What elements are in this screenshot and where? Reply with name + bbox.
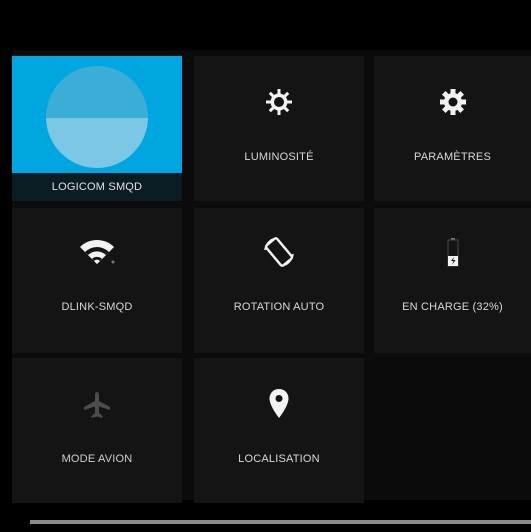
tile-brightness[interactable]: LUMINOSITÉ [194,56,364,201]
wifi-label: DLINK-SMQD [61,301,133,313]
tile-airplane[interactable]: MODE AVION [12,358,182,503]
battery-charging-icon [443,234,463,273]
user-tile-label: LOGICOM SMQD [12,173,182,201]
quick-settings-screen: LOGICOM SMQD LUMINOSITÉ PARAMÈTRES DLINK… [0,0,531,532]
wifi-icon [77,238,117,271]
airplane-icon [82,390,112,425]
location-label: LOCALISATION [238,453,320,465]
tile-settings[interactable]: PARAMÈTRES [374,56,531,201]
user-avatar-icon [46,66,148,168]
brightness-icon [265,88,293,121]
rotation-label: ROTATION AUTO [233,301,325,313]
quick-settings-panel: LOGICOM SMQD LUMINOSITÉ PARAMÈTRES DLINK… [12,50,531,503]
battery-label: EN CHARGE (32%) [402,301,503,313]
location-pin-icon [268,388,290,425]
tile-wifi[interactable]: DLINK-SMQD [12,208,182,353]
gear-icon [439,88,467,121]
tile-battery[interactable]: EN CHARGE (32%) [374,208,531,353]
tile-user[interactable]: LOGICOM SMQD [12,56,182,201]
brightness-label: LUMINOSITÉ [244,151,314,163]
tile-location[interactable]: LOCALISATION [194,358,364,503]
panel-handle-bar[interactable] [30,520,531,524]
auto-rotate-icon [261,234,297,275]
tile-rotation[interactable]: ROTATION AUTO [194,208,364,353]
settings-label: PARAMÈTRES [414,151,491,163]
airplane-label: MODE AVION [61,453,133,465]
